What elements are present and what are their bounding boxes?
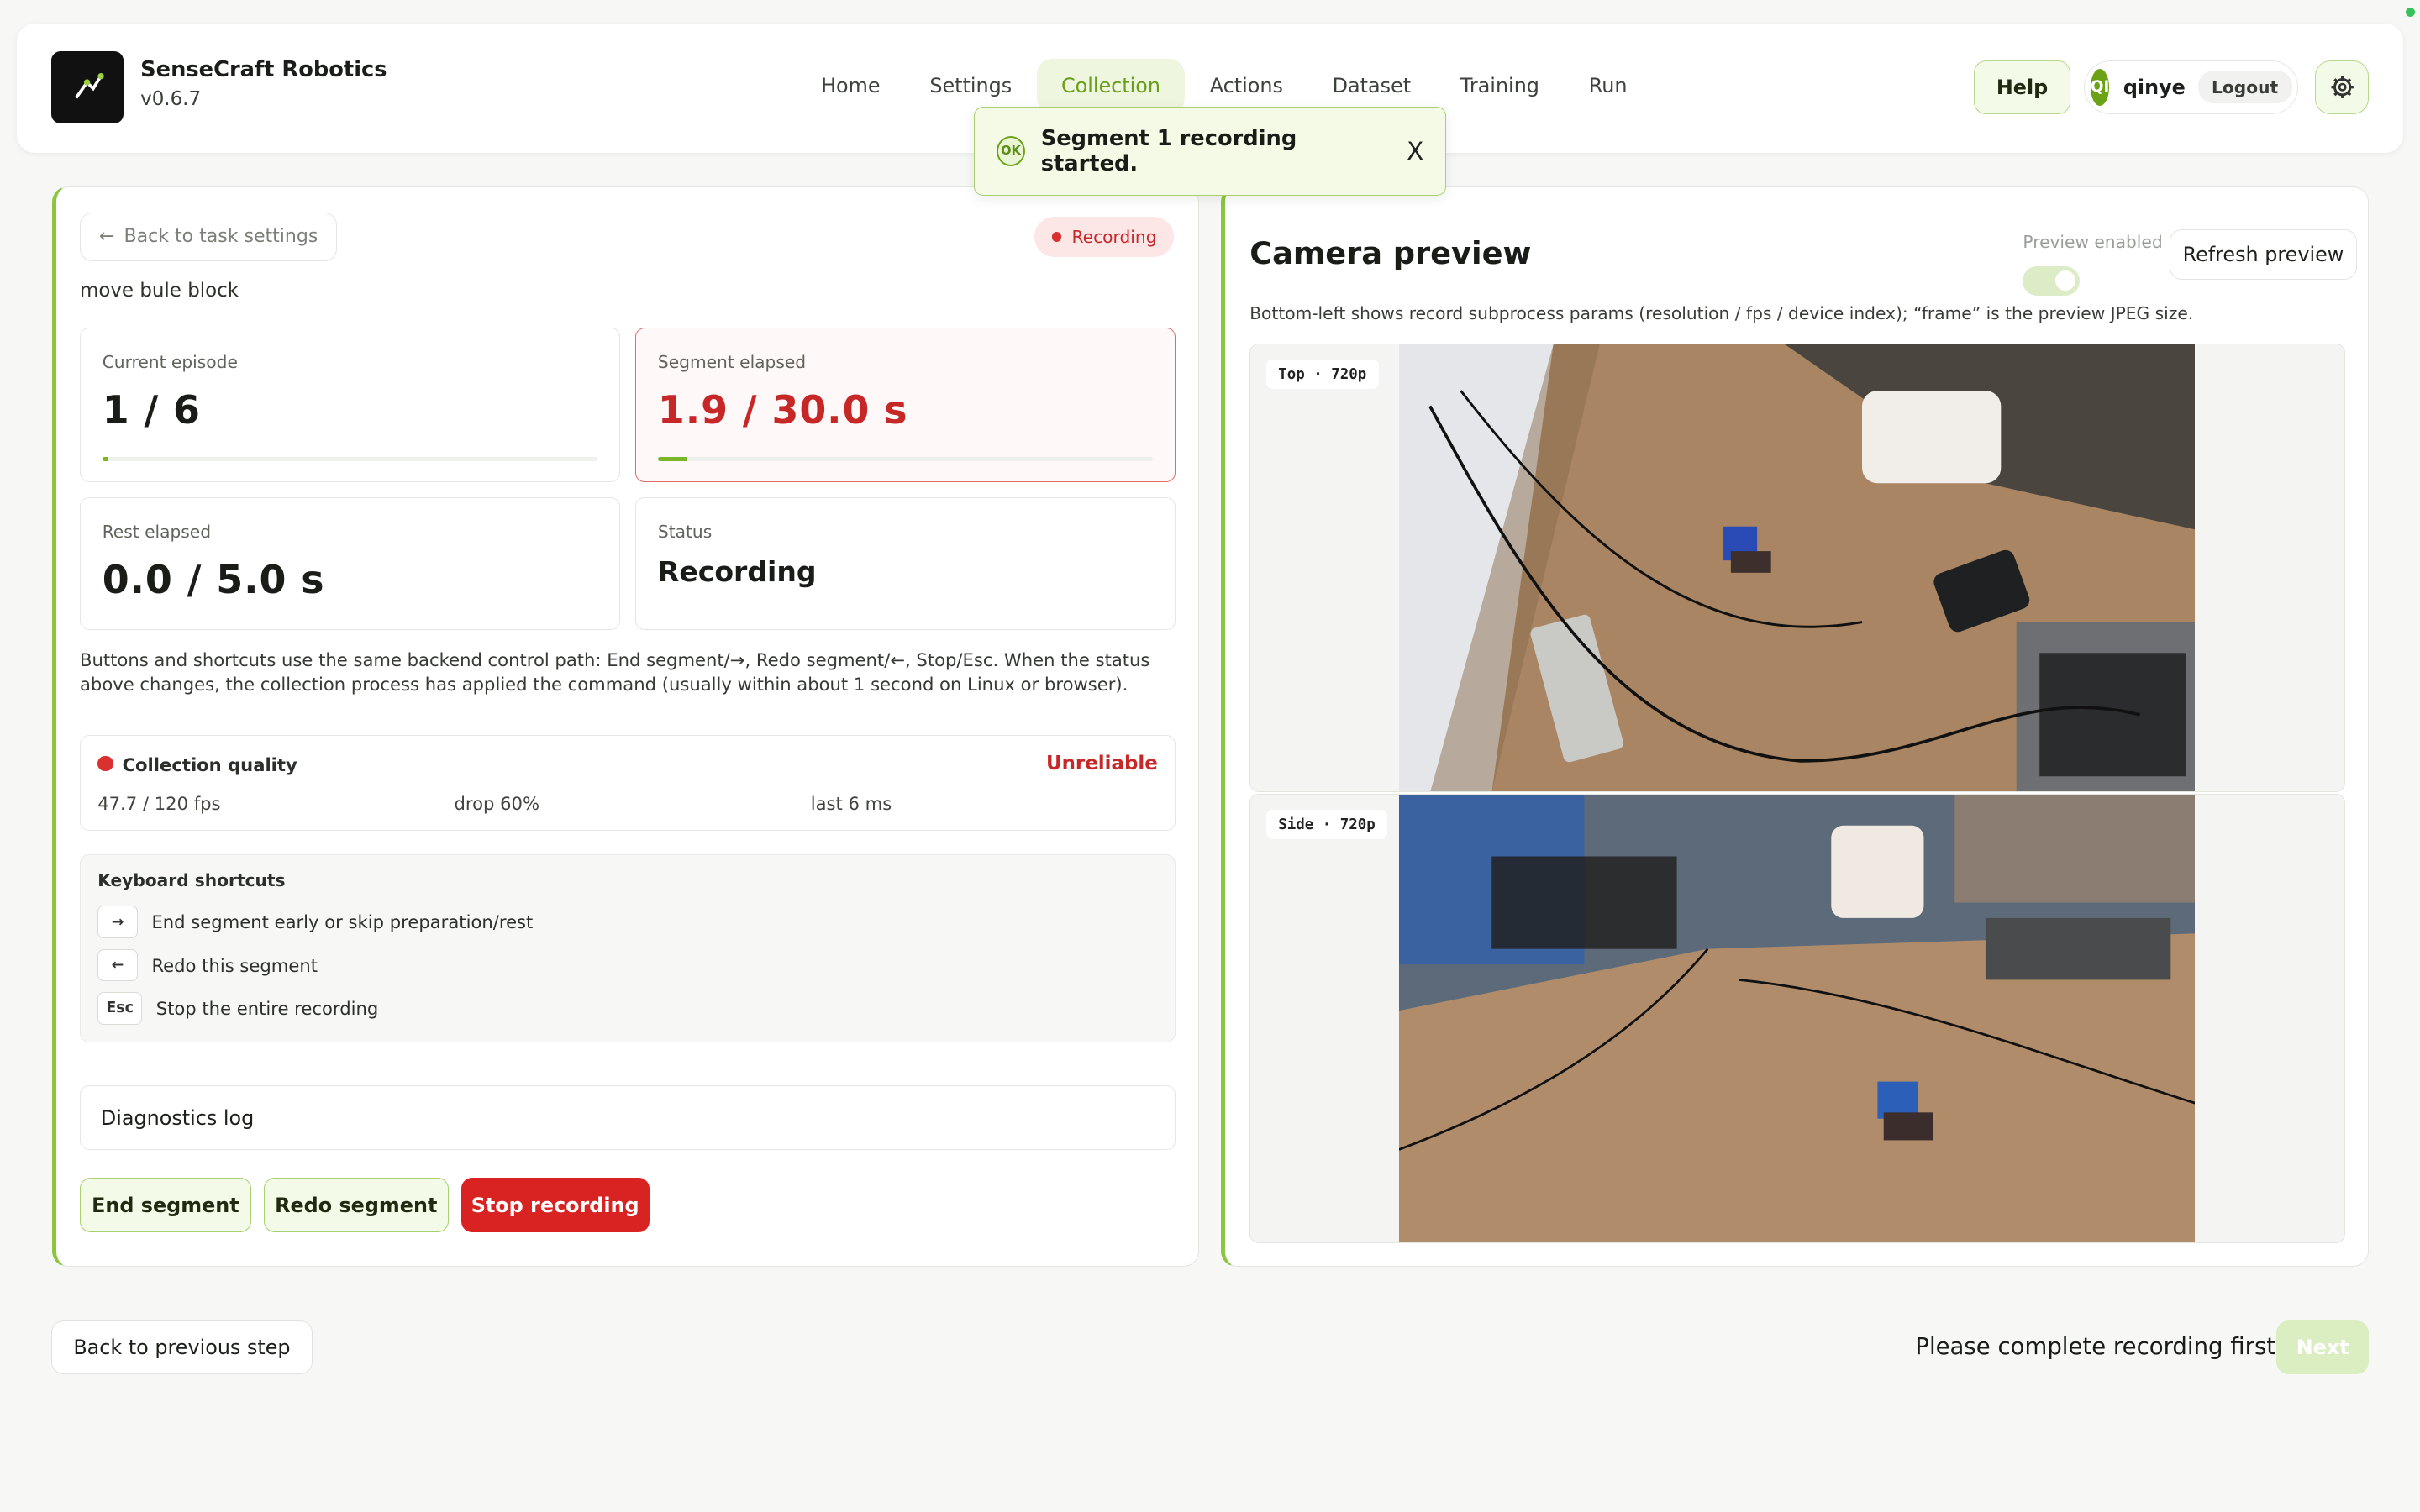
help-button[interactable]: Help	[1974, 60, 2070, 114]
segment-elapsed-card: Segment elapsed 1.9 / 30.0 s	[635, 328, 1176, 483]
shortcut-desc: Redo this segment	[151, 954, 318, 976]
ok-icon: OK	[996, 135, 1026, 167]
redo-segment-button[interactable]: Redo segment	[263, 1178, 449, 1232]
connection-status-dot	[2406, 8, 2416, 18]
quality-fps: 47.7 / 120 fps	[97, 793, 221, 815]
recording-panel: ← Back to task settings Recording move b…	[52, 186, 1200, 1267]
current-episode-card: Current episode 1 / 6	[79, 328, 620, 483]
back-to-task-label: Back to task settings	[124, 226, 318, 248]
shortcut-desc: End segment early or skip preparation/re…	[151, 911, 534, 933]
rest-elapsed-label: Rest elapsed	[102, 521, 212, 542]
recording-dot-icon	[1051, 232, 1061, 242]
shortcut-key: Esc	[97, 992, 143, 1025]
nav-dataset[interactable]: Dataset	[1307, 59, 1435, 113]
shortcut-key: →	[97, 906, 138, 938]
footer-message: Please complete recording first.	[1915, 1332, 2283, 1360]
stop-recording-button[interactable]: Stop recording	[460, 1178, 650, 1232]
settings-button[interactable]	[2315, 60, 2370, 114]
episode-progress-bar	[102, 456, 598, 462]
end-segment-button[interactable]: End segment	[79, 1178, 251, 1232]
quality-status-dot-icon	[97, 756, 113, 772]
camera-tag: Top · 720p	[1265, 360, 1379, 389]
arrow-left-icon: ←	[99, 226, 115, 248]
shortcut-row: → End segment early or skip preparation/…	[97, 906, 533, 938]
back-to-task-settings-button[interactable]: ← Back to task settings	[79, 212, 338, 262]
quality-drop: drop 60%	[454, 793, 540, 815]
current-episode-label: Current episode	[102, 351, 238, 372]
nav-settings[interactable]: Settings	[905, 59, 1037, 113]
quality-last: last 6 ms	[810, 793, 892, 815]
status-label: Status	[657, 521, 713, 542]
back-to-previous-step-button[interactable]: Back to previous step	[50, 1320, 313, 1375]
camera-preview-panel: Camera preview Preview enabled Refresh p…	[1220, 186, 2370, 1267]
recording-badge-label: Recording	[1071, 227, 1157, 247]
current-episode-value: 1 / 6	[102, 387, 201, 433]
status-card: Status Recording	[635, 497, 1176, 631]
status-value: Recording	[657, 555, 817, 589]
camera-view-side: Side · 720p	[1249, 794, 2346, 1243]
logout-button[interactable]: Logout	[2197, 71, 2292, 104]
avatar: QI	[2090, 68, 2110, 106]
next-button[interactable]: Next	[2276, 1320, 2370, 1375]
camera-preview-title: Camera preview	[1249, 235, 1532, 272]
top-camera-image	[1398, 344, 2196, 792]
segment-progress-bar	[657, 456, 1154, 462]
user-menu: QI qinye Logout	[2083, 60, 2298, 114]
camera-help-text: Bottom-left shows record subprocess para…	[1249, 302, 2194, 323]
camera-view-top: Top · 720p	[1249, 343, 2346, 793]
task-name: move bule block	[79, 280, 239, 302]
quality-title: Collection quality	[122, 754, 297, 776]
recording-badge: Recording	[1034, 217, 1174, 257]
nav-actions[interactable]: Actions	[1185, 59, 1307, 113]
nav-home[interactable]: Home	[797, 59, 905, 113]
keyboard-shortcuts: Keyboard shortcuts → End segment early o…	[79, 853, 1176, 1042]
nav-training[interactable]: Training	[1435, 59, 1564, 113]
quality-state: Unreliable	[1045, 753, 1158, 775]
close-icon[interactable]: X	[1407, 137, 1423, 165]
rest-elapsed-value: 0.0 / 5.0 s	[102, 557, 325, 603]
segment-elapsed-label: Segment elapsed	[657, 351, 807, 372]
app-version: v0.6.7	[140, 87, 202, 110]
rest-elapsed-card: Rest elapsed 0.0 / 5.0 s	[79, 497, 620, 631]
shortcut-key: ←	[97, 948, 138, 982]
diagnostics-log-toggle[interactable]: Diagnostics log	[79, 1085, 1176, 1151]
shortcut-row: Esc Stop the entire recording	[97, 992, 378, 1025]
main-nav: Home Settings Collection Actions Dataset…	[797, 58, 1652, 113]
shortcuts-title: Keyboard shortcuts	[97, 870, 286, 891]
refresh-preview-button[interactable]: Refresh preview	[2169, 228, 2357, 281]
segment-elapsed-value: 1.9 / 30.0 s	[657, 387, 908, 433]
toast-message: Segment 1 recording started.	[1040, 125, 1297, 176]
collection-quality: Collection quality Unreliable 47.7 / 120…	[79, 735, 1176, 832]
camera-tag: Side · 720p	[1265, 810, 1388, 840]
app-name: SenseCraft Robotics	[140, 56, 387, 82]
nav-run[interactable]: Run	[1564, 59, 1652, 113]
toast-notification: OK Segment 1 recording started. X	[973, 106, 1446, 197]
shortcut-desc: Stop the entire recording	[155, 997, 379, 1019]
shortcut-row: ← Redo this segment	[97, 948, 318, 982]
side-camera-image	[1398, 795, 2196, 1242]
username: qinye	[2123, 75, 2186, 99]
preview-enabled-toggle[interactable]	[2023, 265, 2081, 296]
preview-enabled-label: Preview enabled	[2023, 232, 2163, 253]
nav-collection[interactable]: Collection	[1036, 58, 1186, 113]
control-help-text: Buttons and shortcuts use the same backe…	[79, 648, 1150, 695]
app-logo	[50, 50, 124, 123]
gear-icon	[2330, 76, 2354, 98]
